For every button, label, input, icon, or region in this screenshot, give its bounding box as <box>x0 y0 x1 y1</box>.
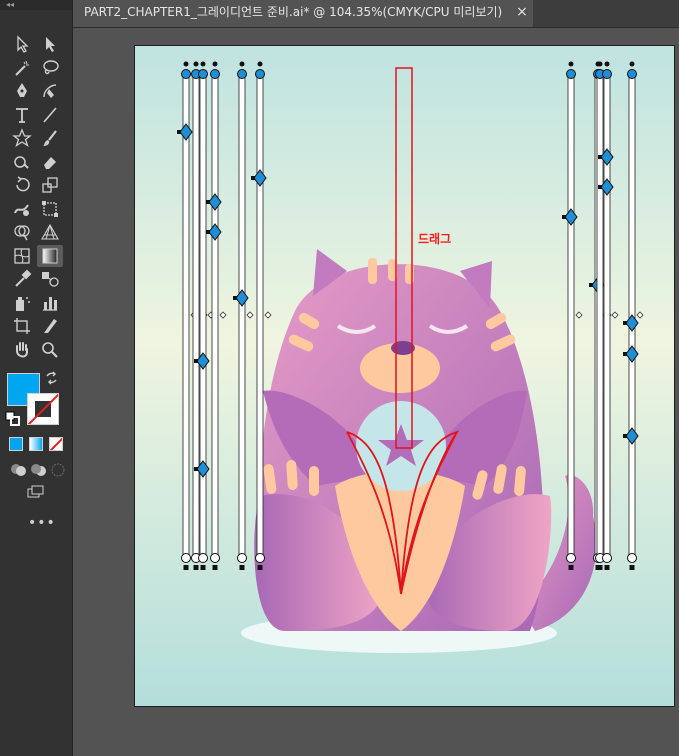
close-tab-icon[interactable]: × <box>514 0 530 27</box>
color-stop-anchor <box>623 434 627 438</box>
direct-selection-tool-icon[interactable] <box>37 33 63 55</box>
drag-annotation: 드래그 <box>418 232 452 246</box>
color-stop-anchor <box>177 130 181 134</box>
handle-dot <box>183 61 189 67</box>
gradient-start-handle[interactable] <box>237 69 247 79</box>
gradient-tool-icon[interactable] <box>37 244 63 267</box>
handle-dot <box>629 61 635 67</box>
gradient-end-handle[interactable] <box>255 553 265 563</box>
column-graph-tool-icon[interactable] <box>37 292 63 314</box>
gradient-end-handle[interactable] <box>210 553 220 563</box>
scale-tool-icon[interactable] <box>37 174 63 196</box>
handle-square <box>568 565 574 570</box>
shape-builder-tool-icon[interactable] <box>9 221 35 243</box>
none-mode-icon[interactable] <box>49 437 63 451</box>
handle-dot <box>604 61 610 67</box>
eyedropper-tool-icon[interactable] <box>9 268 35 290</box>
selection-tool-icon[interactable] <box>9 33 35 55</box>
color-stop-anchor <box>206 200 210 204</box>
handle-dot <box>193 61 199 67</box>
gradient-start-handle[interactable] <box>627 69 637 79</box>
handle-square <box>604 565 610 570</box>
color-stop-anchor <box>251 176 255 180</box>
swap-fill-stroke-icon[interactable] <box>44 370 60 386</box>
gradient-start-handle[interactable] <box>198 69 208 79</box>
handle-square <box>183 565 189 570</box>
color-stop-anchor <box>589 283 593 287</box>
type-tool-icon[interactable] <box>9 104 35 126</box>
gradient-end-handle[interactable] <box>237 553 247 563</box>
edit-toolbar-button[interactable]: ••• <box>28 515 56 531</box>
paintbrush-tool-icon[interactable] <box>37 127 63 149</box>
color-stop-anchor <box>623 321 627 325</box>
perspective-grid-tool-icon[interactable] <box>37 221 63 243</box>
artwork-canvas <box>135 46 674 706</box>
screen-mode-icon[interactable] <box>22 482 48 504</box>
collapse-panel-icon[interactable]: ◂◂ <box>0 0 72 10</box>
gradient-end-handle[interactable] <box>566 553 576 563</box>
color-stop-anchor <box>598 155 602 159</box>
color-stop-anchor <box>623 352 627 356</box>
gradient-start-handle[interactable] <box>255 69 265 79</box>
color-stop-anchor <box>194 467 198 471</box>
document-tab[interactable]: PART2_CHAPTER1_그레이디언트 준비.ai* @ 104.35%(C… <box>73 0 533 27</box>
slice-tool-icon[interactable] <box>37 315 63 337</box>
color-stop-anchor <box>206 230 210 234</box>
draw-inside-icon[interactable] <box>45 458 71 480</box>
line-segment-tool-icon[interactable] <box>37 104 63 126</box>
document-tab-bar: PART2_CHAPTER1_그레이디언트 준비.ai* @ 104.35%(C… <box>73 0 679 28</box>
hand-tool-icon[interactable] <box>9 339 35 361</box>
handle-square <box>257 565 263 570</box>
handle-dot <box>568 61 574 67</box>
gradient-start-handle[interactable] <box>210 69 220 79</box>
handle-dot <box>239 61 245 67</box>
handle-square <box>200 565 206 570</box>
free-transform-tool-icon[interactable] <box>37 198 63 220</box>
gradient-start-handle[interactable] <box>181 69 191 79</box>
none-slash <box>28 394 58 424</box>
gradient-start-handle[interactable] <box>566 69 576 79</box>
stroke-color-swatch[interactable] <box>27 393 59 425</box>
zoom-tool-icon[interactable] <box>37 339 63 361</box>
star-tool-icon[interactable] <box>9 127 35 149</box>
handle-square <box>212 565 218 570</box>
lasso-tool-icon[interactable] <box>37 57 63 79</box>
shaper-tool-icon[interactable] <box>9 151 35 173</box>
default-fill-stroke-icon[interactable] <box>5 411 21 427</box>
handle-square <box>239 565 245 570</box>
handle-square <box>629 565 635 570</box>
rotate-tool-icon[interactable] <box>9 174 35 196</box>
artboard[interactable]: 드래그 <box>134 45 675 707</box>
tools-panel: ◂◂ ••• <box>0 0 73 756</box>
color-stop-anchor <box>233 296 237 300</box>
handle-dot <box>200 61 206 67</box>
mesh-tool-icon[interactable] <box>9 245 35 267</box>
blend-tool-icon[interactable] <box>37 268 63 290</box>
eraser-tool-icon[interactable] <box>37 151 63 173</box>
artboard-tool-icon[interactable] <box>9 315 35 337</box>
warp-tool-icon[interactable] <box>9 198 35 220</box>
handle-square <box>193 565 199 570</box>
color-stop-anchor <box>562 215 566 219</box>
gradient-end-handle[interactable] <box>181 553 191 563</box>
curvature-tool-icon[interactable] <box>37 80 63 102</box>
color-stop-anchor <box>598 185 602 189</box>
gradient-mode-icon[interactable] <box>29 437 43 451</box>
pen-tool-icon[interactable] <box>9 80 35 102</box>
gradient-end-handle[interactable] <box>627 553 637 563</box>
handle-dot <box>257 61 263 67</box>
handle-dot <box>212 61 218 67</box>
color-stop-anchor <box>194 359 198 363</box>
handle-square <box>597 565 603 570</box>
gradient-start-handle[interactable] <box>602 69 612 79</box>
magic-wand-tool-icon[interactable] <box>9 57 35 79</box>
color-mode-icon[interactable] <box>9 437 23 451</box>
handle-dot <box>597 61 603 67</box>
gradient-end-handle[interactable] <box>198 553 208 563</box>
symbol-sprayer-tool-icon[interactable] <box>9 292 35 314</box>
gradient-end-handle[interactable] <box>602 553 612 563</box>
